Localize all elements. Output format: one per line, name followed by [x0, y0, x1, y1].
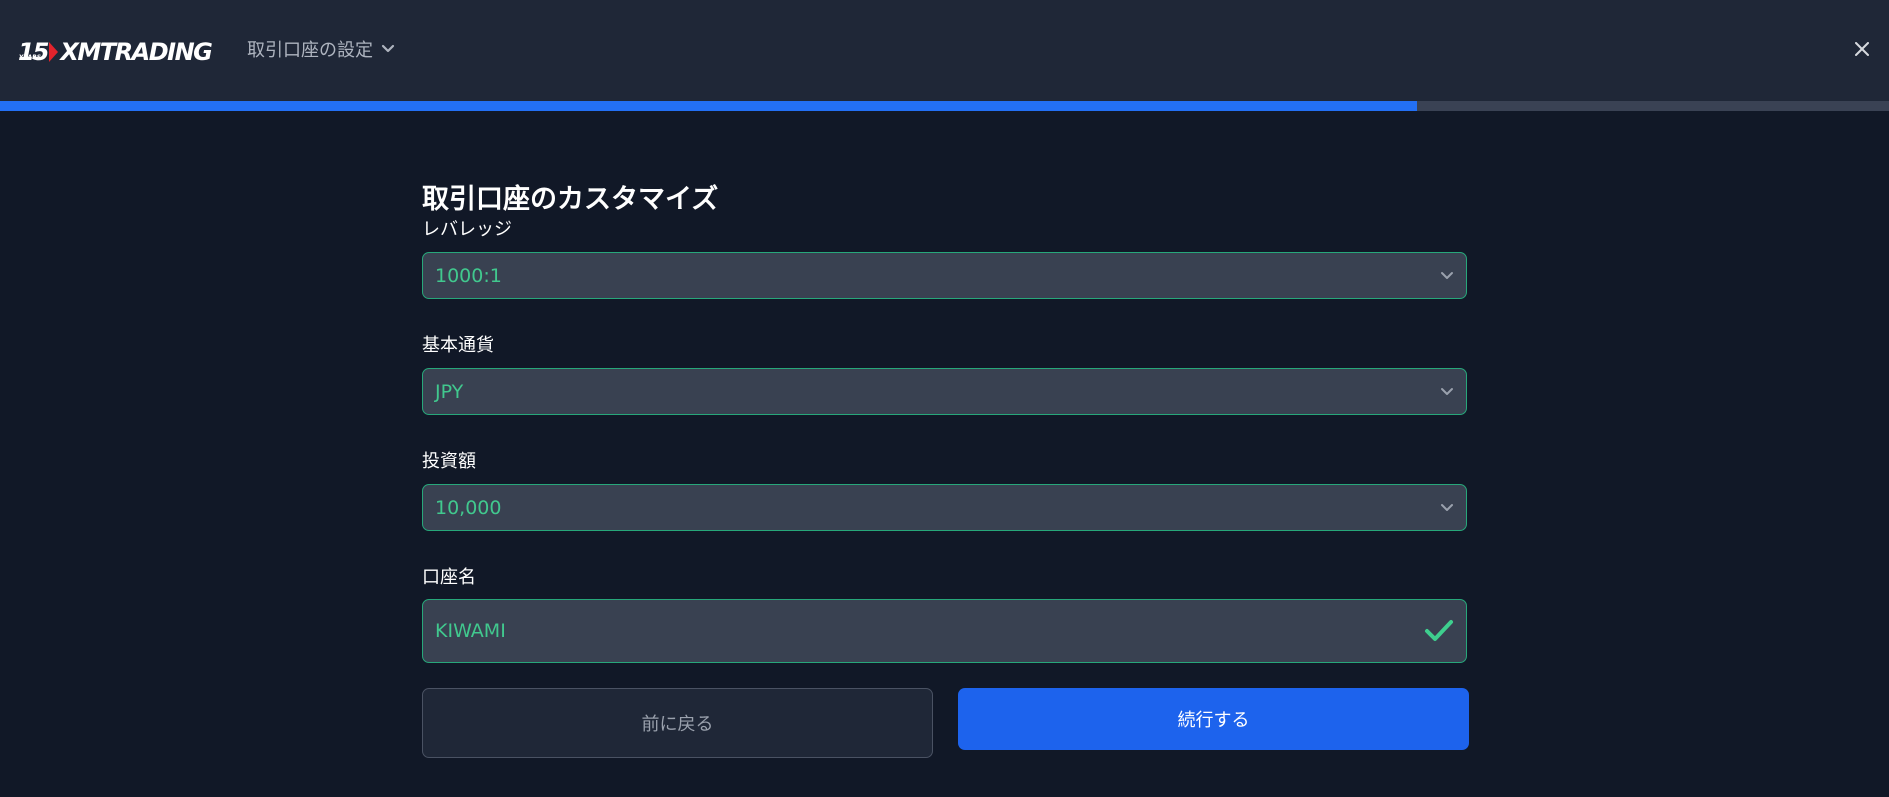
logo-brand: XMTRADING [60, 38, 212, 66]
leverage-select[interactable]: 1000:1 [422, 252, 1467, 299]
page-title: 取引口座のカスタマイズ [422, 184, 719, 215]
base-currency-value: JPY [435, 380, 464, 403]
account-name-input[interactable]: KIWAMI [422, 599, 1467, 663]
progress-bar [0, 101, 1889, 111]
base-currency-select[interactable]: JPY [422, 368, 1467, 415]
chevron-down-icon [1441, 387, 1453, 395]
investment-select[interactable]: 10,000 [422, 484, 1467, 531]
base-currency-label: 基本通貨 [422, 335, 494, 356]
back-button[interactable]: 前に戻る [422, 688, 933, 758]
chevron-down-icon [1441, 503, 1453, 511]
account-name-value: KIWAMI [435, 620, 506, 642]
top-bar: 15 YEARS XMTRADING 取引口座の設定 [0, 0, 1889, 101]
investment-label: 投資額 [422, 451, 476, 472]
leverage-label: レバレッジ [422, 219, 512, 240]
chevron-down-icon [1441, 271, 1453, 279]
chevron-down-icon [381, 44, 395, 53]
account-setup-step-dropdown[interactable]: 取引口座の設定 [247, 36, 395, 62]
xmtrading-logo[interactable]: 15 YEARS XMTRADING [18, 34, 213, 66]
logo-mark-icon [49, 42, 59, 62]
progress-bar-fill [0, 101, 1417, 111]
investment-value: 10,000 [435, 496, 502, 519]
leverage-value: 1000:1 [435, 264, 502, 287]
account-name-label: 口座名 [422, 567, 476, 588]
logo-years-label: YEARS [19, 54, 42, 61]
close-button[interactable] [1849, 36, 1875, 62]
continue-button[interactable]: 続行する [958, 688, 1469, 750]
check-icon [1425, 620, 1453, 641]
close-icon [1855, 42, 1869, 56]
step-title: 取引口座の設定 [247, 40, 373, 61]
